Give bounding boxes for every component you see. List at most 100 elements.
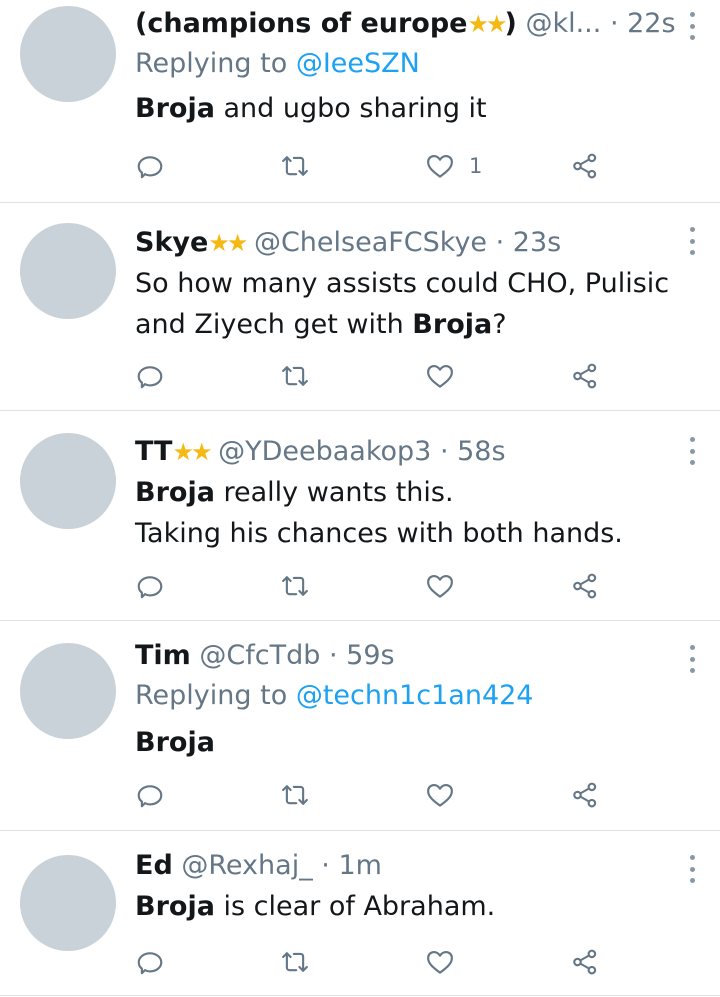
replying-to-label: Replying to (135, 48, 296, 79)
share-button[interactable] (570, 944, 600, 980)
avatar[interactable] (20, 223, 116, 319)
replying-to: Replying to @IeeSZN (135, 44, 700, 84)
tweet-item[interactable]: TT★★ @YDeebaakop3 · 58s Broja really wan… (0, 411, 720, 621)
highlighted-keyword: Broja (135, 93, 215, 124)
tweet-feed: (champions of europe★★) @kl... · 22s Rep… (0, 0, 720, 996)
reply-button[interactable] (135, 148, 165, 184)
reply-button[interactable] (135, 944, 165, 980)
more-vertical-icon[interactable] (686, 855, 698, 883)
heart-icon (427, 783, 453, 807)
share-icon (573, 153, 597, 179)
reply-icon (137, 952, 163, 975)
display-name[interactable]: Skye (135, 227, 208, 258)
more-vertical-icon[interactable] (686, 645, 698, 673)
tweet-text-line: So how many assists could CHO, Pulisic (135, 268, 670, 299)
tweet-actions (135, 568, 615, 604)
heart-icon (427, 364, 453, 388)
heart-icon (427, 154, 453, 178)
display-name[interactable]: Ed (135, 850, 173, 881)
tweet-text-part: really wants this. (214, 477, 454, 508)
retweet-button[interactable] (280, 148, 310, 184)
tweet-text: Broja is clear of Abraham. (135, 886, 700, 927)
share-button[interactable] (570, 358, 600, 394)
replying-to-link[interactable]: @techn1c1an424 (296, 680, 534, 711)
retweet-button[interactable] (280, 944, 310, 980)
share-button[interactable] (570, 777, 600, 813)
replying-to-link[interactable]: @IeeSZN (296, 48, 420, 79)
tweet-header: (champions of europe★★) @kl... · 22s (135, 4, 700, 44)
reply-icon (137, 785, 163, 808)
display-name[interactable]: (champions of europe (135, 8, 467, 39)
more-vertical-icon[interactable] (686, 437, 698, 465)
more-vertical-icon[interactable] (686, 227, 698, 255)
tweet-text: So how many assists could CHO, Pulisic a… (135, 263, 700, 345)
tweet-actions (135, 777, 615, 813)
user-handle[interactable]: @YDeebaakop3 (218, 436, 431, 467)
tweet-body: Tim @CfcTdb · 59s Replying to @techn1c1a… (135, 636, 700, 763)
timestamp: · 1m (321, 850, 382, 881)
retweet-button[interactable] (280, 777, 310, 813)
retweet-icon (282, 952, 308, 972)
reply-icon (137, 156, 163, 179)
star-icon: ★★ (208, 229, 248, 257)
heart-icon (427, 950, 453, 974)
avatar[interactable] (20, 643, 116, 739)
tweet-item[interactable]: (champions of europe★★) @kl... · 22s Rep… (0, 0, 720, 203)
tweet-body: Ed @Rexhaj_ · 1m Broja is clear of Abrah… (135, 846, 700, 927)
tweet-header: Skye★★ @ChelseaFCSkye · 23s (135, 223, 700, 263)
timestamp: · 22s (609, 8, 676, 39)
tweet-body: Skye★★ @ChelseaFCSkye · 23s So how many … (135, 223, 700, 345)
highlighted-keyword: Broja (412, 309, 493, 340)
more-vertical-icon[interactable] (686, 12, 698, 40)
like-button[interactable]: 1 (425, 148, 482, 184)
tweet-actions (135, 944, 615, 980)
heart-icon (427, 574, 453, 598)
like-button[interactable] (425, 568, 455, 604)
timestamp: · 59s (328, 640, 395, 671)
reply-icon (137, 366, 163, 389)
share-button[interactable] (570, 148, 600, 184)
retweet-button[interactable] (280, 358, 310, 394)
tweet-item[interactable]: Tim @CfcTdb · 59s Replying to @techn1c1a… (0, 621, 720, 831)
display-name[interactable]: TT (135, 436, 172, 467)
user-handle[interactable]: @ChelseaFCSkye (254, 227, 487, 258)
retweet-icon (282, 156, 308, 176)
tweet-text-line: Taking his chances with both hands. (135, 518, 623, 549)
reply-icon (137, 576, 163, 599)
tweet-header: Tim @CfcTdb · 59s (135, 636, 700, 676)
tweet-text-line: and Ziyech get with Broja? (135, 304, 700, 345)
avatar[interactable] (20, 433, 116, 529)
tweet-text-part: ? (492, 309, 507, 340)
reply-button[interactable] (135, 568, 165, 604)
tweet-body: TT★★ @YDeebaakop3 · 58s Broja really wan… (135, 432, 700, 554)
share-icon (573, 363, 597, 389)
timestamp: · 58s (439, 436, 506, 467)
reply-button[interactable] (135, 777, 165, 813)
display-name[interactable]: Tim (135, 640, 191, 671)
tweet-actions: 1 (135, 148, 615, 184)
highlighted-keyword: Broja (135, 727, 215, 758)
display-name-suffix: ) (504, 8, 517, 39)
highlighted-keyword: Broja (135, 477, 215, 508)
user-handle[interactable]: @Rexhaj_ (181, 850, 312, 881)
avatar[interactable] (20, 855, 116, 951)
like-button[interactable] (425, 944, 455, 980)
tweet-item[interactable]: Skye★★ @ChelseaFCSkye · 23s So how many … (0, 203, 720, 411)
retweet-button[interactable] (280, 568, 310, 604)
like-button[interactable] (425, 777, 455, 813)
user-handle[interactable]: @CfcTdb (199, 640, 320, 671)
tweet-text: Broja really wants this. Taking his chan… (135, 472, 700, 554)
tweet-header: TT★★ @YDeebaakop3 · 58s (135, 432, 700, 472)
tweet-text-rest: and ugbo sharing it (214, 93, 487, 124)
avatar[interactable] (20, 6, 116, 102)
like-button[interactable] (425, 358, 455, 394)
tweet-text: Broja (135, 722, 700, 763)
tweet-text-part: and Ziyech get with (135, 309, 413, 340)
user-handle[interactable]: @kl... (525, 8, 601, 39)
reply-button[interactable] (135, 358, 165, 394)
retweet-icon (282, 576, 308, 596)
retweet-icon (282, 785, 308, 805)
share-button[interactable] (570, 568, 600, 604)
tweet-item[interactable]: Ed @Rexhaj_ · 1m Broja is clear of Abrah… (0, 831, 720, 996)
share-icon (573, 949, 597, 975)
